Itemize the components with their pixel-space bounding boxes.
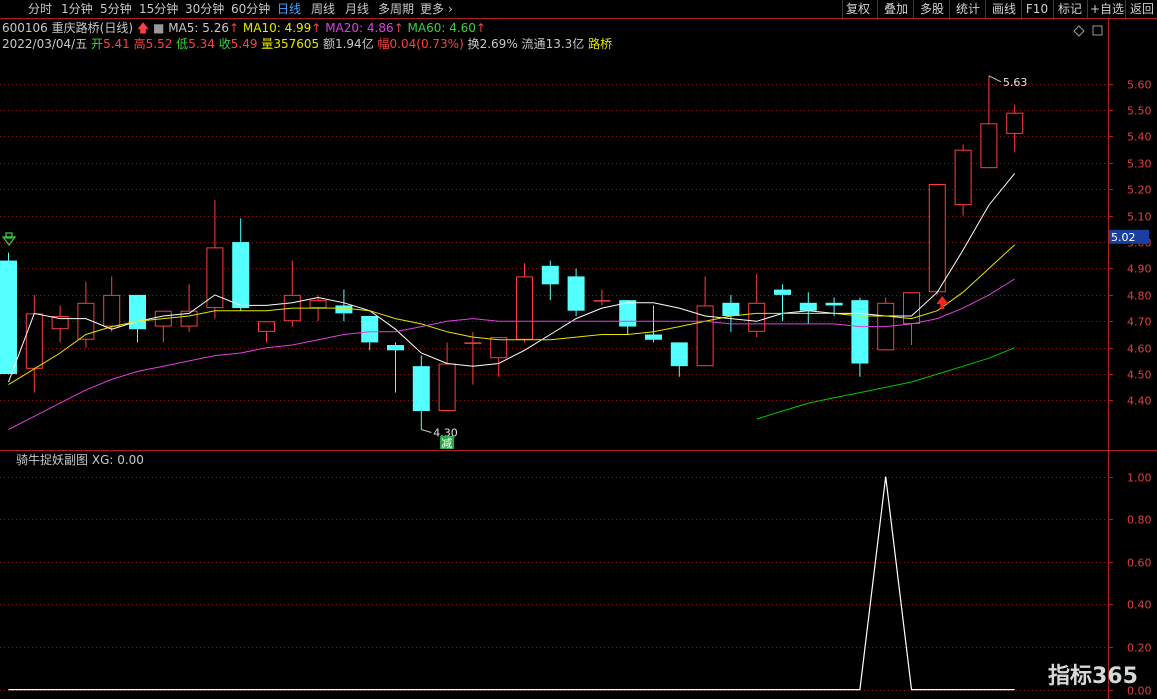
candle-body: [670, 342, 688, 367]
main-tick-label: 5.40: [1127, 131, 1152, 144]
max-price-label: 5.63: [1003, 76, 1028, 89]
candle-body: [232, 242, 250, 309]
watermark-text: 指标365: [1048, 664, 1138, 689]
main-tick-label: 4.60: [1127, 343, 1152, 356]
kline-chart[interactable]: 4.404.504.604.704.804.905.005.105.205.30…: [0, 0, 1157, 699]
candle-body: [516, 276, 533, 340]
current-price-label: 5.02: [1111, 231, 1136, 244]
candle-body: [593, 300, 611, 302]
main-tick-label: 5.50: [1127, 105, 1152, 118]
candle-body: [490, 337, 508, 359]
ma-line-ma60: [756, 347, 1015, 420]
candle-body: [567, 276, 585, 311]
candle-body: [722, 302, 740, 316]
main-tick-label: 5.10: [1127, 211, 1152, 224]
candle-body: [928, 184, 946, 293]
sub-tick-label: 1.00: [1127, 472, 1152, 485]
main-tick-label: 5.20: [1127, 184, 1152, 197]
main-tick-label: 4.50: [1127, 369, 1152, 382]
reduce-tag-label: 减: [441, 437, 452, 450]
main-tick-label: 4.70: [1127, 316, 1152, 329]
buy-down-arrow-icon: [1, 232, 17, 246]
candle-body: [361, 316, 379, 343]
candle-body: [799, 302, 817, 311]
candle-body: [129, 294, 146, 330]
candle-body: [412, 366, 430, 412]
main-tick-label: 5.30: [1127, 158, 1152, 171]
main-tick-label: 4.80: [1127, 290, 1152, 303]
candle-body: [0, 260, 17, 375]
candle-body: [954, 149, 972, 206]
candle-body: [541, 265, 559, 285]
min-pointer: [421, 429, 432, 433]
sub-tick-label: 0.60: [1127, 557, 1152, 570]
main-tick-label: 4.90: [1127, 263, 1152, 276]
candle-body: [438, 363, 456, 412]
candle-body: [258, 321, 275, 332]
square-icon: [1092, 25, 1103, 36]
candle-body: [309, 300, 327, 309]
candle-body: [25, 313, 43, 369]
candle-body: [645, 334, 662, 340]
main-tick-label: 4.40: [1127, 395, 1152, 408]
candle-body: [464, 342, 482, 344]
max-pointer: [988, 75, 1002, 83]
sub-indicator-legend: 骑牛捉妖副图 XG: 0.00: [16, 452, 144, 468]
diamond-icon: [1073, 25, 1085, 37]
xg-line: [8, 476, 1015, 691]
candle-body: [980, 123, 998, 169]
candle-body: [825, 302, 843, 306]
sub-tick-label: 0.20: [1127, 642, 1152, 655]
sub-indicator-name: 骑牛捉妖副图: [16, 453, 89, 467]
candle-body: [335, 305, 353, 314]
up-signal-arrow-icon: [936, 296, 949, 309]
sub-tick-label: 0.80: [1127, 514, 1152, 527]
candle-body: [696, 305, 714, 367]
sub-tick-label: 0.40: [1127, 599, 1152, 612]
candle-body: [774, 289, 791, 295]
candle-body: [1006, 112, 1024, 134]
watermark-logo: 指标365: [1048, 658, 1138, 690]
candle-body: [748, 302, 766, 332]
candle-body: [103, 294, 121, 327]
candle-body: [387, 345, 404, 351]
xg-value: XG: 0.00: [91, 453, 144, 467]
main-tick-label: 5.60: [1127, 79, 1152, 92]
candle-body: [851, 300, 869, 364]
